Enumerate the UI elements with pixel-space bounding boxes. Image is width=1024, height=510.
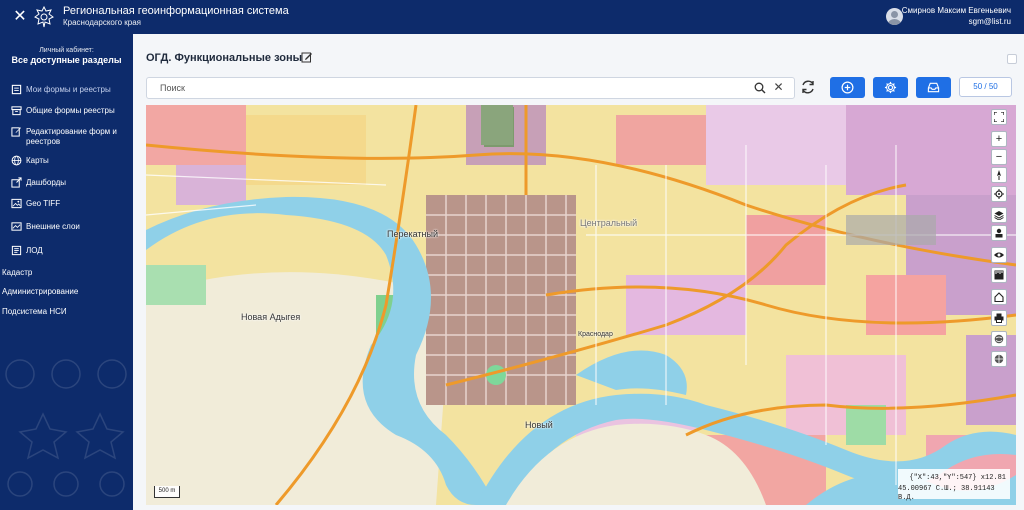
sidebar-item-geotiff[interactable]: Geo TIFF <box>0 198 133 218</box>
crosshair-icon <box>994 189 1004 199</box>
sidebar-item-common-forms[interactable]: Общие формы реестры <box>0 105 133 125</box>
archive-icon <box>11 106 22 116</box>
sidebar: Личный кабинет: Все доступные разделы Мо… <box>0 34 133 510</box>
home-button[interactable] <box>991 289 1007 305</box>
fullscreen-button[interactable] <box>991 109 1007 125</box>
ruler-button[interactable] <box>991 267 1007 283</box>
refresh-icon[interactable] <box>800 79 816 95</box>
system-subtitle: Краснодарского края <box>63 18 141 27</box>
globe-icon <box>994 334 1004 344</box>
layers-icon <box>994 211 1004 220</box>
inbox-button[interactable] <box>916 77 951 98</box>
inbox-icon <box>927 82 940 93</box>
visibility-button[interactable] <box>991 247 1007 263</box>
north-arrow-icon <box>997 170 1001 180</box>
coordinates-pixel: {"X":43,"Y":547} x12.81 <box>909 474 1006 482</box>
layers-icon <box>11 222 22 231</box>
user-name[interactable]: Смирнов Максим Евгеньевич <box>902 6 1011 16</box>
globe-icon <box>11 155 22 166</box>
sidebar-item-label: Карты <box>26 156 49 165</box>
map-view[interactable]: Перекатный Новая Адыгея Новый Центральны… <box>146 105 1016 505</box>
sidebar-item-label: Кадастр <box>2 268 33 277</box>
expand-icon <box>994 112 1004 122</box>
sidebar-item-label: Дашборды <box>26 178 66 187</box>
user-layer-button[interactable] <box>991 225 1007 241</box>
pencil-icon[interactable] <box>301 51 313 63</box>
close-icon[interactable]: ✕ <box>772 81 785 94</box>
map-label-perekatny: Перекатный <box>387 229 439 239</box>
sidebar-item-edit-forms[interactable]: Редактирование форм и реестров <box>0 126 133 146</box>
sidebar-item-label: Администрирование <box>2 287 79 296</box>
sidebar-item-label: Общие формы реестры <box>26 106 115 115</box>
sidebar-item-cadastre[interactable]: Кадастр <box>0 267 133 287</box>
sidebar-item-nsi[interactable]: Подсистема НСИ <box>0 306 133 326</box>
home-icon <box>994 292 1004 302</box>
compass-button[interactable] <box>991 167 1007 183</box>
map-label-centralny: Центральный <box>580 218 638 228</box>
document-icon <box>11 245 22 256</box>
scale-bar: 500 m <box>154 486 180 498</box>
search-bar: ✕ <box>146 77 795 99</box>
fullscreen-checkbox[interactable] <box>1007 54 1017 64</box>
sidebar-item-external-layers[interactable]: Внешние слои <box>0 221 133 241</box>
settings-button[interactable] <box>873 77 908 98</box>
sidebar-item-label: Редактирование форм и реестров <box>26 127 117 146</box>
forms-icon <box>11 84 22 95</box>
sidebar-item-my-forms[interactable]: Мои формы и реестры <box>0 84 133 104</box>
coat-of-arms-icon <box>34 5 54 28</box>
basemap-button[interactable] <box>991 331 1007 347</box>
user-email: sgm@list.ru <box>968 17 1011 26</box>
layers-button[interactable] <box>991 207 1007 223</box>
ruler-icon <box>994 270 1004 280</box>
search-input[interactable] <box>147 78 747 98</box>
coordinates-geo: 45.00967 С.Ш.; 38.91143 В.Д. <box>898 485 995 502</box>
cabinet-title[interactable]: Все доступные разделы <box>0 55 133 66</box>
cabinet-label: Личный кабинет: <box>39 47 94 54</box>
person-icon <box>995 228 1003 238</box>
record-counter[interactable]: 50 / 50 <box>959 77 1012 97</box>
sidebar-item-label: Geo TIFF <box>26 199 61 208</box>
search-icon[interactable] <box>754 82 766 94</box>
sidebar-item-label: Подсистема НСИ <box>2 307 67 316</box>
map-label-krasnodar: Краснодар <box>578 331 613 338</box>
sidebar-item-label: Мои формы и реестры <box>26 85 111 94</box>
zoom-in-button[interactable]: + <box>991 131 1007 147</box>
system-title: Региональная геоинформационная система <box>63 5 289 17</box>
page-title: ОГД. Функциональные зоны <box>146 52 303 64</box>
printer-icon <box>994 313 1004 323</box>
map-label-noviy: Новый <box>525 420 553 430</box>
sidebar-item-maps[interactable]: Карты <box>0 155 133 175</box>
map-label-novaya-adygeya: Новая Адыгея <box>241 312 301 322</box>
map-canvas <box>146 105 1016 505</box>
satellite-button[interactable] <box>991 351 1007 367</box>
external-link-icon <box>11 177 22 188</box>
sidebar-item-dashboards[interactable]: Дашборды <box>0 177 133 197</box>
add-button[interactable] <box>830 77 865 98</box>
globe-icon <box>994 354 1004 364</box>
top-header: ✕ Региональная геоинформационная система… <box>0 0 1024 34</box>
zoom-out-button[interactable]: − <box>991 149 1007 165</box>
print-button[interactable] <box>991 310 1007 326</box>
edit-icon <box>11 127 22 137</box>
sidebar-item-lod[interactable]: ЛОД <box>0 245 133 265</box>
plus-circle-icon <box>841 81 854 94</box>
eye-icon <box>994 252 1004 258</box>
sidebar-item-label: Внешние слои <box>26 222 80 231</box>
avatar[interactable] <box>886 8 903 25</box>
coordinates-readout: {"X":43,"Y":547} x12.81 45.00967 С.Ш.; 3… <box>898 469 1010 502</box>
close-icon[interactable]: ✕ <box>11 8 29 26</box>
gear-icon <box>884 81 897 94</box>
ornament-decoration <box>5 359 127 497</box>
sidebar-item-label: ЛОД <box>26 246 43 255</box>
image-icon <box>11 198 22 209</box>
locate-button[interactable] <box>991 186 1007 202</box>
sidebar-item-administration[interactable]: Администрирование <box>0 286 133 306</box>
